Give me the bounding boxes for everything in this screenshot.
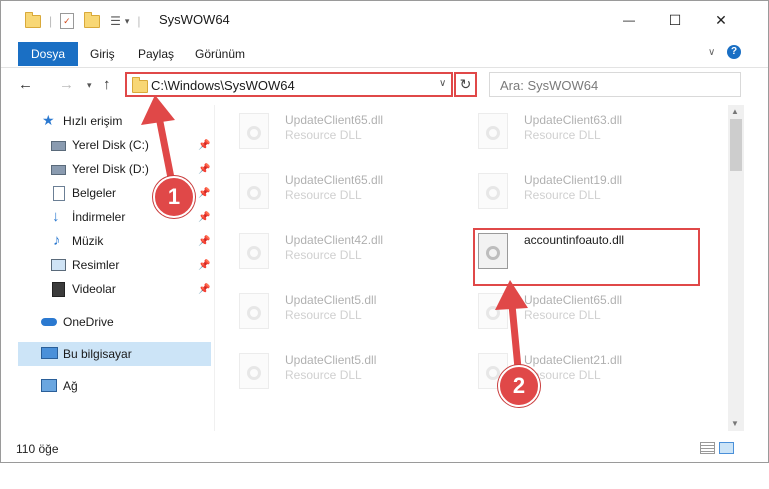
callout-badge-2: 2	[498, 365, 540, 407]
callout-badge-1: 1	[153, 176, 195, 218]
arrow-2	[495, 280, 528, 372]
callout-arrows	[141, 95, 528, 372]
arrow-1	[141, 95, 176, 187]
